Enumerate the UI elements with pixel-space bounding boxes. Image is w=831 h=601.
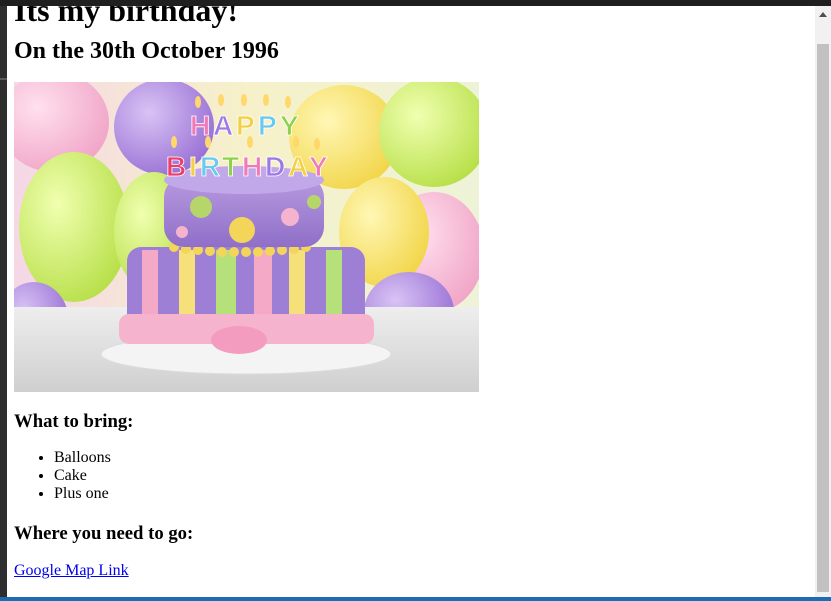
bring-heading: What to bring: bbox=[14, 411, 134, 432]
svg-text:T: T bbox=[222, 151, 239, 182]
taskbar-edge bbox=[0, 597, 831, 601]
page-viewport[interactable]: Its my birthday! On the 30th October 199… bbox=[7, 6, 815, 597]
list-item: Plus one bbox=[54, 485, 804, 503]
svg-text:P: P bbox=[258, 110, 277, 141]
svg-text:H: H bbox=[242, 151, 262, 182]
left-panel-edge bbox=[0, 6, 7, 601]
svg-text:A: A bbox=[288, 151, 308, 182]
scrollbar-thumb[interactable] bbox=[817, 44, 829, 592]
birthday-cake-image: H A P P Y B I R T H D A Y bbox=[14, 82, 479, 392]
svg-text:B: B bbox=[166, 151, 186, 182]
svg-text:A: A bbox=[213, 110, 233, 141]
date-heading: On the 30th October 1996 bbox=[14, 38, 279, 64]
google-map-link[interactable]: Google Map Link bbox=[14, 562, 129, 579]
map-link-paragraph: Google Map Link bbox=[14, 562, 804, 580]
svg-text:R: R bbox=[200, 151, 220, 182]
svg-text:Y: Y bbox=[309, 151, 328, 182]
where-heading: Where you need to go: bbox=[14, 523, 194, 544]
scroll-up-arrow-icon[interactable] bbox=[819, 12, 827, 17]
list-item: Cake bbox=[54, 467, 804, 485]
bring-list: Balloons Cake Plus one bbox=[14, 449, 804, 503]
page-content: Its my birthday! On the 30th October 199… bbox=[14, 6, 804, 580]
svg-text:D: D bbox=[265, 151, 285, 182]
svg-text:P: P bbox=[236, 110, 255, 141]
vertical-scrollbar[interactable] bbox=[815, 6, 831, 597]
left-panel-tick bbox=[0, 78, 7, 80]
svg-text:I: I bbox=[189, 151, 197, 182]
list-item: Balloons bbox=[54, 449, 804, 467]
page-title: Its my birthday! bbox=[14, 6, 239, 28]
